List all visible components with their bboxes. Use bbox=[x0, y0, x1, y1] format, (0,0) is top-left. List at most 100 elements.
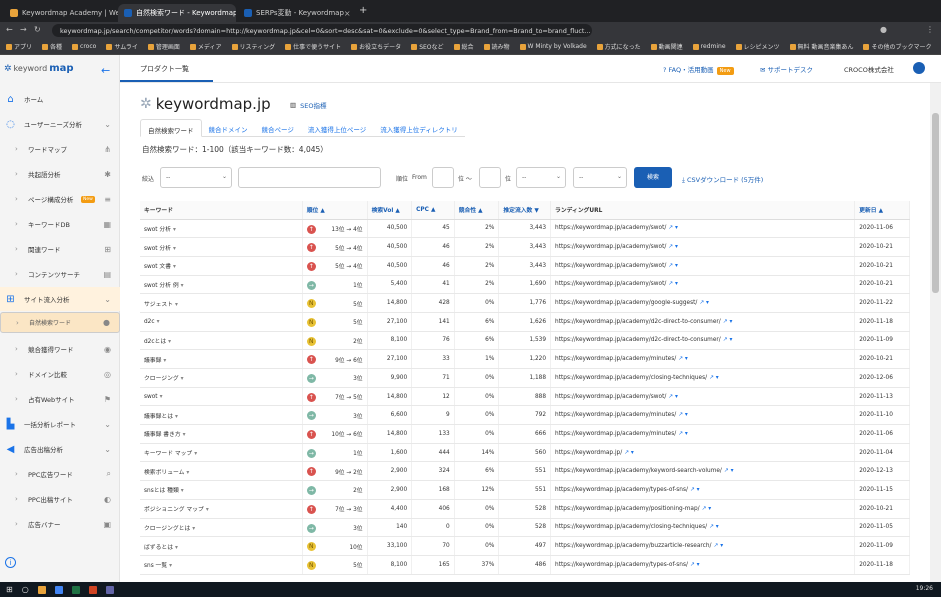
bookmark-item[interactable]: メディア bbox=[189, 42, 222, 51]
external-link-icon[interactable]: ↗ ▾ bbox=[699, 300, 709, 306]
seo-link[interactable]: ▥ SEO指標 bbox=[290, 100, 327, 110]
caret-down-icon[interactable]: ▾ bbox=[173, 246, 176, 252]
sidebar-item-12[interactable]: › 占有Webサイト ⚑ bbox=[0, 387, 120, 411]
subtab-2[interactable]: 競合ページ bbox=[254, 119, 301, 137]
keyword-cell[interactable]: ポジショニング マップ ▾ bbox=[140, 499, 303, 519]
keyword-cell[interactable]: swot ▾ bbox=[140, 387, 303, 407]
external-link-icon[interactable]: ↗ ▾ bbox=[723, 337, 733, 343]
keyword-cell[interactable]: swot 分析 ▾ bbox=[140, 219, 303, 239]
sidebar-item-0[interactable]: ⌂ ホーム bbox=[0, 87, 120, 111]
bookmark-item[interactable]: W Minty by Volkade bbox=[519, 43, 587, 50]
bookmark-item[interactable]: レシピメンツ bbox=[735, 42, 780, 51]
column-header[interactable]: ランディングURL bbox=[550, 201, 856, 220]
keyword-cell[interactable]: 議事録 ▾ bbox=[140, 349, 303, 369]
rank-to-input[interactable] bbox=[479, 167, 501, 188]
sidebar-item-15[interactable]: › PPC広告ワード ⌕ bbox=[0, 462, 120, 486]
keyword-cell[interactable]: swot 文書 ▾ bbox=[140, 256, 303, 276]
caret-down-icon[interactable]: ▾ bbox=[157, 319, 160, 325]
bookmark-item[interactable]: その他のブックマーク bbox=[863, 42, 931, 51]
landing-url[interactable]: https://keywordmap.jp/academy/swot/ bbox=[555, 225, 666, 231]
bookmark-item[interactable]: redmine bbox=[692, 43, 726, 50]
breadcrumb[interactable]: プロダクト一覧 bbox=[140, 64, 189, 74]
landing-url[interactable]: https://keywordmap.jp/academy/swot/ bbox=[555, 244, 666, 250]
bookmark-item[interactable]: リスティング bbox=[231, 42, 275, 51]
external-link-icon[interactable]: ↗ ▾ bbox=[668, 394, 678, 400]
subtab-4[interactable]: 流入獲得上位ディレクトリ bbox=[373, 119, 465, 137]
scrollbar-thumb[interactable] bbox=[932, 113, 939, 293]
landing-url[interactable]: https://keywordmap.jp/academy/d2c-direct… bbox=[555, 337, 721, 343]
powerpoint-icon[interactable] bbox=[88, 585, 97, 594]
landing-url[interactable]: https://keywordmap.jp/academy/d2c-direct… bbox=[555, 319, 721, 325]
landing-url[interactable]: https://keywordmap.jp/academy/buzzarticl… bbox=[555, 543, 711, 549]
sidebar-item-17[interactable]: › 広告バナー ▣ bbox=[0, 512, 120, 536]
narrow-select[interactable]: -- ⌄ bbox=[160, 167, 232, 188]
browser-tab-academy[interactable]: Keywordmap Academy | WebマーケX × bbox=[4, 4, 122, 22]
caret-down-icon[interactable]: ▾ bbox=[181, 376, 184, 382]
sidebar-item-1[interactable]: ◌ ユーザーニーズ分析 ⌄ bbox=[0, 112, 120, 136]
external-link-icon[interactable]: ↗ ▾ bbox=[702, 506, 712, 512]
external-link-icon[interactable]: ↗ ▾ bbox=[668, 225, 678, 231]
column-header[interactable]: 順位 ▲ bbox=[302, 201, 368, 220]
info-icon[interactable]: i bbox=[5, 557, 16, 568]
external-link-icon[interactable]: ↗ ▾ bbox=[678, 412, 688, 418]
landing-url[interactable]: https://keywordmap.jp/academy/swot/ bbox=[555, 394, 666, 400]
chrome-icon[interactable] bbox=[54, 585, 63, 594]
caret-down-icon[interactable]: ▾ bbox=[206, 507, 209, 513]
bookmark-item[interactable]: サムライ bbox=[106, 42, 138, 51]
landing-url[interactable]: https://keywordmap.jp/academy/google-sug… bbox=[555, 300, 697, 306]
subtab-1[interactable]: 競合ドメイン bbox=[201, 119, 255, 137]
column-header[interactable]: 検索Vol ▲ bbox=[367, 201, 413, 220]
landing-url[interactable]: https://keywordmap.jp/academy/types-of-s… bbox=[555, 562, 688, 568]
keyword-cell[interactable]: クロージングとは ▾ bbox=[140, 518, 303, 538]
column-header[interactable]: キーワード bbox=[140, 201, 303, 220]
keyword-cell[interactable]: サジェスト ▾ bbox=[140, 293, 303, 313]
keyword-cell[interactable]: 検索ボリューム ▾ bbox=[140, 461, 303, 482]
landing-url[interactable]: https://keywordmap.jp/academy/minutes/ bbox=[555, 356, 676, 362]
keyword-input[interactable] bbox=[238, 167, 381, 188]
external-link-icon[interactable]: ↗ ▾ bbox=[709, 375, 719, 381]
caret-down-icon[interactable]: ▾ bbox=[160, 394, 163, 400]
external-link-icon[interactable]: ↗ ▾ bbox=[714, 543, 724, 549]
landing-url[interactable]: https://keywordmap.jp/academy/positionin… bbox=[555, 506, 700, 512]
keywordmap-logo[interactable]: ✲ keyword map bbox=[4, 63, 74, 74]
keyword-cell[interactable]: 議事録 書き方 ▾ bbox=[140, 424, 303, 444]
csv-download-link[interactable]: ⤓ CSVダウンロード (5万件) bbox=[682, 174, 763, 185]
back-icon[interactable]: ← bbox=[6, 25, 13, 34]
subtab-0[interactable]: 自然検索ワード bbox=[140, 119, 202, 137]
sidebar-item-7[interactable]: › コンテンツサーチ ▤ bbox=[0, 262, 120, 286]
faq-link[interactable]: ? FAQ・活用動画 New bbox=[663, 64, 734, 75]
support-link[interactable]: ✉ サポートデスク bbox=[760, 64, 813, 74]
caret-down-icon[interactable]: ▾ bbox=[175, 414, 178, 420]
company-name[interactable]: CROCO株式会社 bbox=[844, 64, 894, 74]
keyword-cell[interactable]: ばずるとは ▾ bbox=[140, 536, 303, 556]
excel-icon[interactable] bbox=[71, 585, 80, 594]
external-link-icon[interactable]: ↗ ▾ bbox=[668, 244, 678, 250]
keyword-cell[interactable]: 議事録とは ▾ bbox=[140, 405, 303, 426]
sidebar-item-16[interactable]: › PPC出稿サイト ◐ bbox=[0, 487, 120, 511]
keyword-cell[interactable]: snsとは 種類 ▾ bbox=[140, 480, 303, 500]
external-link-icon[interactable]: ↗ ▾ bbox=[723, 319, 733, 325]
caret-down-icon[interactable]: ▾ bbox=[183, 432, 186, 438]
caret-down-icon[interactable]: ▾ bbox=[173, 264, 176, 270]
caret-down-icon[interactable]: ▾ bbox=[175, 302, 178, 308]
keyword-cell[interactable]: d2c ▾ bbox=[140, 312, 303, 332]
external-link-icon[interactable]: ↗ ▾ bbox=[690, 562, 700, 568]
sidebar-item-9[interactable]: › 自然検索ワード ● bbox=[0, 312, 120, 333]
bookmark-item[interactable]: 各種 bbox=[42, 42, 62, 51]
keyword-cell[interactable]: swot 分析 例 ▾ bbox=[140, 275, 303, 295]
close-icon[interactable]: × bbox=[344, 9, 351, 18]
sidebar-item-13[interactable]: ▙ 一括分析レポート ⌄ bbox=[0, 412, 120, 436]
caret-down-icon[interactable]: ▾ bbox=[181, 283, 184, 289]
new-tab-button[interactable]: + bbox=[359, 5, 367, 16]
url-field[interactable]: keywordmap.jp/search/competitor/words?do… bbox=[52, 24, 592, 37]
landing-url[interactable]: https://keywordmap.jp/academy/swot/ bbox=[555, 281, 666, 287]
landing-url[interactable]: https://keywordmap.jp/ bbox=[555, 450, 622, 456]
browser-tab-organic[interactable]: 自然検索ワード - Keywordmap × bbox=[118, 4, 236, 22]
search-button[interactable]: 検索 bbox=[634, 167, 672, 188]
external-link-icon[interactable]: ↗ ▾ bbox=[678, 356, 688, 362]
sidebar-item-4[interactable]: › ページ構成分析 New ≡ bbox=[0, 187, 120, 211]
caret-down-icon[interactable]: ▾ bbox=[173, 227, 176, 233]
external-link-icon[interactable]: ↗ ▾ bbox=[678, 431, 688, 437]
landing-url[interactable]: https://keywordmap.jp/academy/minutes/ bbox=[555, 412, 676, 418]
bookmark-item[interactable]: 動画関連 bbox=[650, 42, 683, 51]
